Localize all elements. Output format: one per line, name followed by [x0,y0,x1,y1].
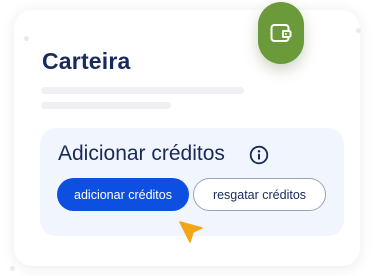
wallet-badge [258,2,304,64]
add-credits-title: Adicionar créditos [58,142,225,165]
wallet-icon [270,24,292,42]
placeholder-line [41,87,244,94]
add-credits-button[interactable]: adicionar créditos [57,178,189,211]
info-icon[interactable] [249,145,269,165]
page-title: Carteira [42,48,131,74]
decorative-dot [356,28,361,33]
decorative-dot [10,266,15,271]
cursor-pointer-icon [179,221,203,243]
decorative-dot [24,36,29,41]
placeholder-line [41,102,171,109]
redeem-credits-button[interactable]: resgatar créditos [193,178,326,211]
